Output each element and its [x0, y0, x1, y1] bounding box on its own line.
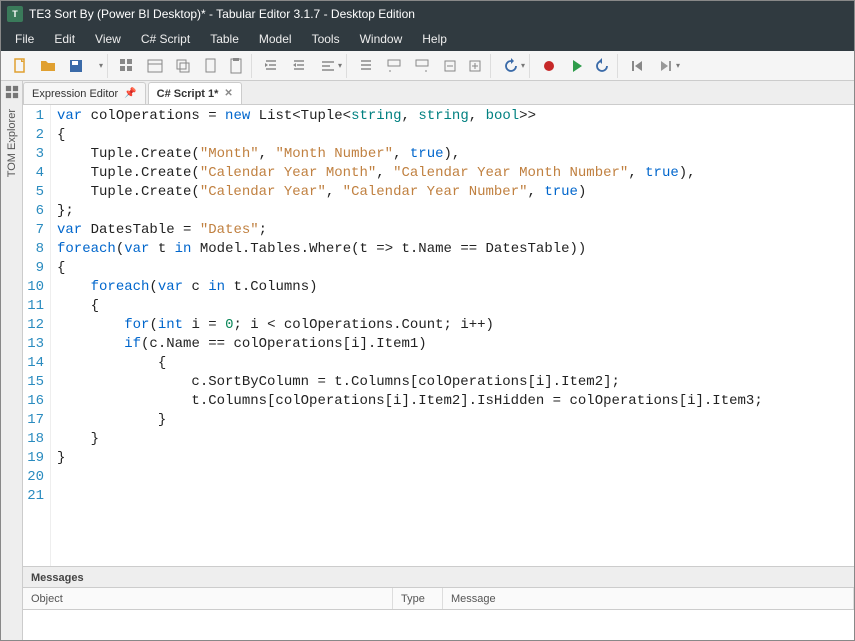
grid-icon[interactable] — [114, 54, 140, 78]
collapse-icon[interactable] — [437, 54, 463, 78]
format-dropdown-icon[interactable] — [314, 54, 347, 78]
close-icon[interactable]: ✕ — [224, 88, 232, 99]
messages-columns: Object Type Message — [23, 588, 854, 610]
window-title: TE3 Sort By (Power BI Desktop)* - Tabula… — [29, 1, 415, 27]
record-icon[interactable] — [536, 54, 562, 78]
pin-icon[interactable]: 📌 — [124, 88, 136, 99]
tab-csharp-script[interactable]: C# Script 1* ✕ — [148, 82, 242, 104]
save-icon[interactable] — [63, 54, 89, 78]
tab-expression-editor[interactable]: Expression Editor 📌 — [23, 82, 146, 104]
indent-icon[interactable] — [286, 54, 312, 78]
messages-col-message[interactable]: Message — [443, 588, 854, 609]
outdent-icon[interactable] — [258, 54, 284, 78]
left-rail[interactable]: TOM Explorer — [1, 81, 23, 640]
step-forward-dropdown-icon[interactable] — [652, 54, 684, 78]
expand-icon[interactable] — [465, 54, 491, 78]
menu-bar: File Edit View C# Script Table Model Too… — [1, 27, 854, 51]
comment-icon[interactable] — [381, 54, 407, 78]
align-icon[interactable] — [353, 54, 379, 78]
menu-table[interactable]: Table — [200, 27, 249, 51]
menu-file[interactable]: File — [5, 27, 44, 51]
tab-csharp-script-label: C# Script 1* — [157, 88, 219, 100]
duplicate-icon[interactable] — [170, 54, 196, 78]
menu-model[interactable]: Model — [249, 27, 302, 51]
messages-panel-header[interactable]: Messages — [23, 566, 854, 588]
step-back-icon[interactable] — [624, 54, 650, 78]
tab-expression-editor-label: Expression Editor — [32, 88, 118, 100]
title-bar: T TE3 Sort By (Power BI Desktop)* - Tabu… — [1, 1, 854, 27]
tom-explorer-icon — [5, 85, 19, 99]
table-icon[interactable] — [142, 54, 168, 78]
document-icon[interactable] — [198, 54, 224, 78]
run-icon[interactable] — [564, 54, 590, 78]
undo-run-icon[interactable] — [592, 54, 618, 78]
menu-window[interactable]: Window — [350, 27, 413, 51]
code-editor[interactable]: 123456789101112131415161718192021 var co… — [23, 105, 854, 566]
messages-body — [23, 610, 854, 640]
menu-tools[interactable]: Tools — [302, 27, 350, 51]
app-logo: T — [7, 6, 23, 22]
messages-col-object[interactable]: Object — [23, 588, 393, 609]
open-folder-icon[interactable] — [35, 54, 61, 78]
tom-explorer-tab[interactable]: TOM Explorer — [6, 109, 18, 177]
menu-csharp-script[interactable]: C# Script — [131, 27, 200, 51]
menu-help[interactable]: Help — [412, 27, 457, 51]
menu-view[interactable]: View — [85, 27, 131, 51]
uncomment-icon[interactable] — [409, 54, 435, 78]
new-file-icon[interactable] — [7, 54, 33, 78]
paste-icon[interactable] — [226, 54, 252, 78]
save-dropdown-icon[interactable] — [91, 54, 108, 78]
toolbar — [1, 51, 854, 81]
messages-col-type[interactable]: Type — [393, 588, 443, 609]
line-gutter: 123456789101112131415161718192021 — [23, 105, 51, 566]
code-area[interactable]: var colOperations = new List<Tuple<strin… — [51, 105, 854, 566]
tab-strip: Expression Editor 📌 C# Script 1* ✕ — [23, 81, 854, 105]
menu-edit[interactable]: Edit — [44, 27, 85, 51]
refresh-dropdown-icon[interactable] — [497, 54, 530, 78]
